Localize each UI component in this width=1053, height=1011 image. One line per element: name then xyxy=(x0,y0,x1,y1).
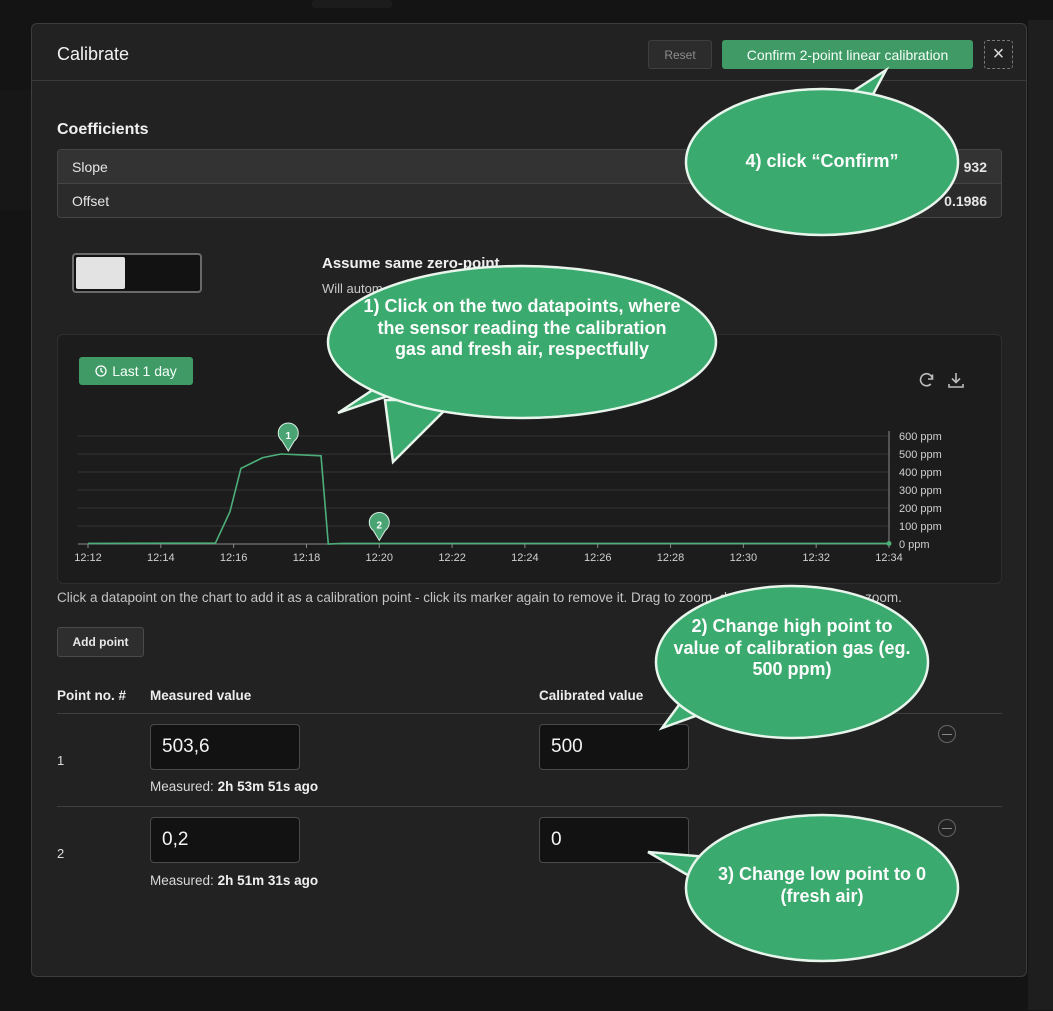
x-tick-label: 12:30 xyxy=(730,552,758,564)
callout-step2-text: 2) Change high point to value of calibra… xyxy=(673,616,911,680)
callout-step4-text: 4) click “Confirm” xyxy=(745,151,899,171)
confirm-calibration-button[interactable]: Confirm 2-point linear calibration xyxy=(722,40,973,69)
coefficients-heading: Coefficients xyxy=(57,121,149,138)
coefficient-label: Offset xyxy=(72,193,110,209)
series-end-point xyxy=(886,540,892,546)
y-tick-label: 300 ppm xyxy=(899,485,942,497)
chart-hint: Click a datapoint on the chart to add it… xyxy=(57,590,902,605)
measured-value-input[interactable] xyxy=(150,817,300,863)
coefficient-value: 0.1986 xyxy=(944,193,987,209)
coefficient-value: 932 xyxy=(963,158,987,175)
y-tick-label: 0 ppm xyxy=(899,539,930,551)
y-tick-label: 500 ppm xyxy=(899,449,942,461)
zero-point-title: Assume same zero-point xyxy=(322,255,500,272)
background-panel xyxy=(0,90,31,210)
table-divider xyxy=(57,806,1002,807)
x-tick-label: 12:14 xyxy=(147,552,175,564)
measured-ago: 2h 51m 31s ago xyxy=(217,873,319,888)
sensor-chart[interactable]: 0 ppm 100 ppm 200 ppm 300 ppm 400 ppm 500 ppm… xyxy=(58,335,1001,583)
x-tick-label: 12:32 xyxy=(802,552,830,564)
y-tick-label: 100 ppm xyxy=(899,521,942,533)
reset-button[interactable]: Reset xyxy=(648,40,712,69)
coefficient-label: Slope xyxy=(72,158,108,175)
x-tick-label: 12:12 xyxy=(74,552,102,564)
header-calibrated-value: Calibrated value xyxy=(539,688,644,703)
x-tick-label: 12:22 xyxy=(438,552,466,564)
header-measured-value: Measured value xyxy=(150,688,252,703)
chart-panel: Last 1 day 0 ppm 100 ppm 200 ppm 300 ppm 400… xyxy=(57,334,1002,584)
background-strip xyxy=(312,0,392,8)
close-icon[interactable]: × xyxy=(984,40,1013,69)
calibrated-value-input[interactable] xyxy=(539,724,689,770)
add-point-button[interactable]: Add point xyxy=(57,627,144,657)
dialog-header: Calibrate Reset Confirm 2-point linear c… xyxy=(32,24,1026,81)
x-tick-label: 12:28 xyxy=(657,552,685,564)
remove-point-icon[interactable] xyxy=(938,725,956,743)
measured-prefix: Measured: xyxy=(150,873,214,888)
measured-time: Measured: 2h 51m 31s ago xyxy=(150,873,318,888)
remove-point-icon[interactable] xyxy=(938,819,956,837)
zero-point-toggle[interactable] xyxy=(72,253,202,293)
measured-ago: 2h 53m 51s ago xyxy=(217,779,319,794)
calibrated-value-input[interactable] xyxy=(539,817,689,863)
x-tick-label: 12:26 xyxy=(584,552,612,564)
y-tick-label: 200 ppm xyxy=(899,503,942,515)
calibration-marker-label: 2 xyxy=(376,520,382,531)
callout-step1-text: 1) Click on the two datapoints, where th… xyxy=(363,296,681,360)
x-tick-label: 12:34 xyxy=(875,552,903,564)
callout-step3-text: 3) Change low point to 0 (fresh air) xyxy=(718,864,926,906)
coefficient-row-offset: Offset 0.1986 xyxy=(58,184,1001,217)
calibration-marker-label: 1 xyxy=(285,431,291,442)
table-divider xyxy=(57,713,1002,714)
measured-value-input[interactable] xyxy=(150,724,300,770)
x-tick-label: 12:20 xyxy=(366,552,394,564)
header-point-no: Point no. # xyxy=(57,688,126,703)
dialog-title: Calibrate xyxy=(57,44,130,64)
measured-prefix: Measured: xyxy=(150,779,214,794)
y-tick-label: 400 ppm xyxy=(899,467,942,479)
toggle-knob xyxy=(76,257,125,289)
background-panel-right xyxy=(1028,20,1053,1010)
x-tick-label: 12:16 xyxy=(220,552,248,564)
zero-point-description: Will autom xyxy=(322,281,383,296)
x-tick-label: 12:18 xyxy=(293,552,321,564)
y-tick-label: 600 ppm xyxy=(899,431,942,443)
measured-time: Measured: 2h 53m 51s ago xyxy=(150,779,318,794)
point-number: 2 xyxy=(57,846,65,861)
point-number: 1 xyxy=(57,753,65,768)
series-line[interactable] xyxy=(87,453,889,545)
x-tick-label: 12:24 xyxy=(511,552,539,564)
